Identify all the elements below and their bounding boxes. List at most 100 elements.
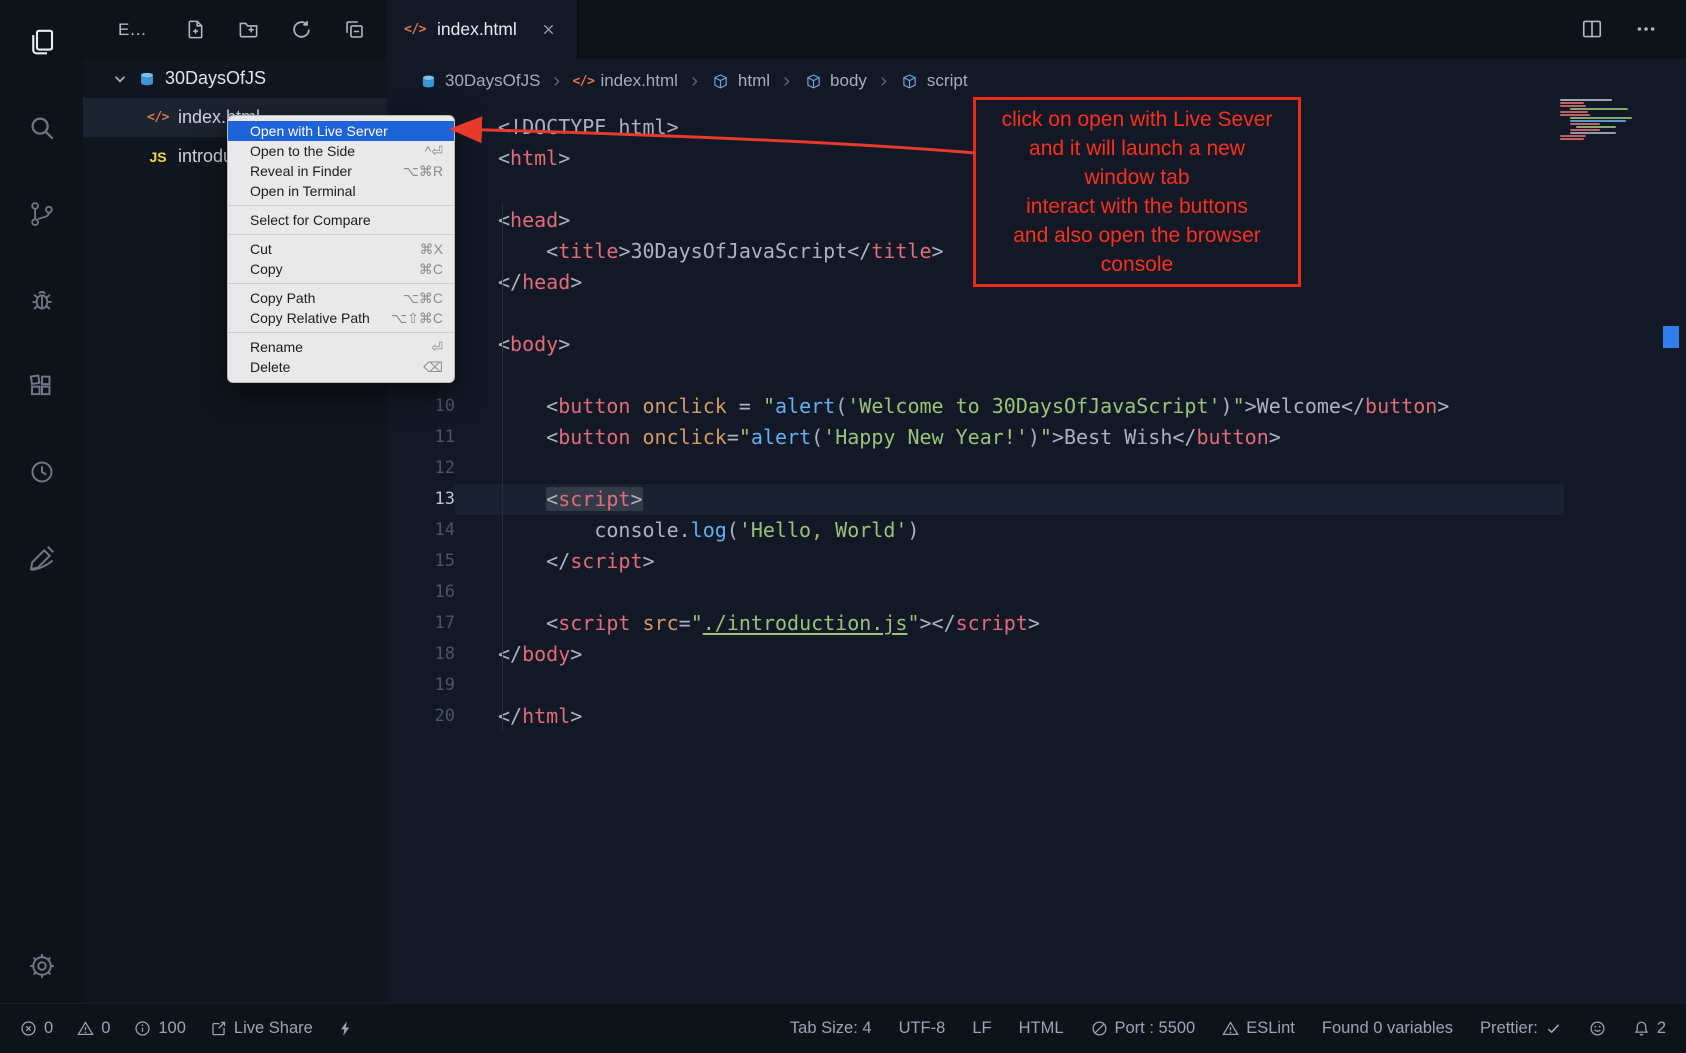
activity-extensions-icon[interactable] bbox=[25, 370, 59, 404]
breadcrumb-label: 30DaysOfJS bbox=[445, 71, 540, 91]
menu-shortcut: ⏎ bbox=[431, 339, 443, 356]
menu-item-select-for-compare[interactable]: Select for Compare bbox=[228, 210, 454, 230]
code-line-19[interactable]: 19 bbox=[387, 670, 1686, 701]
line-number: 17 bbox=[387, 608, 455, 639]
code-line-14[interactable]: 14 console.log('Hello, World') bbox=[387, 515, 1686, 546]
minimap[interactable] bbox=[1560, 97, 1658, 140]
code-line-7[interactable]: 7 bbox=[387, 298, 1686, 329]
tree-folder-30daysofjs[interactable]: 30DaysOfJS bbox=[83, 59, 387, 98]
status-text: Tab Size: 4 bbox=[790, 1019, 872, 1038]
code-text bbox=[455, 670, 1564, 701]
menu-item-copy[interactable]: Copy⌘C bbox=[228, 259, 454, 279]
breadcrumb-30daysofjs[interactable]: 30DaysOfJS bbox=[418, 71, 540, 91]
activity-explorer-icon[interactable] bbox=[25, 26, 59, 60]
code-line-10[interactable]: 10 <button onclick = "alert('Welcome to … bbox=[387, 391, 1686, 422]
status-live-share[interactable]: Live Share bbox=[210, 1019, 313, 1038]
activity-source-control-icon[interactable] bbox=[25, 198, 59, 232]
breadcrumb-label: html bbox=[738, 71, 770, 91]
menu-item-delete[interactable]: Delete⌫ bbox=[228, 357, 454, 377]
menu-item-open-with-live-server[interactable]: Open with Live Server bbox=[228, 121, 454, 141]
code-text bbox=[455, 298, 1564, 329]
explorer-header: E… bbox=[83, 0, 387, 59]
code-line-16[interactable]: 16 bbox=[387, 577, 1686, 608]
split-editor-icon[interactable] bbox=[1580, 18, 1604, 42]
status-100[interactable]: 100 bbox=[134, 1019, 186, 1038]
code-line-8[interactable]: 8<body> bbox=[387, 329, 1686, 360]
code-line-15[interactable]: 15 </script> bbox=[387, 546, 1686, 577]
code-text bbox=[455, 577, 1564, 608]
code-line-17[interactable]: 17 <script src="./introduction.js"></scr… bbox=[387, 608, 1686, 639]
breadcrumb-index-html[interactable]: </>index.html bbox=[573, 71, 677, 91]
explorer-title: E… bbox=[118, 20, 147, 40]
close-tab-icon[interactable] bbox=[538, 19, 560, 41]
activity-run-and-debug-icon[interactable] bbox=[25, 284, 59, 318]
editor-actions bbox=[1580, 0, 1686, 59]
activity-bar bbox=[0, 0, 83, 1003]
code-text: <script> bbox=[455, 484, 1564, 515]
status-smiley[interactable] bbox=[1589, 1020, 1606, 1037]
code-text bbox=[455, 453, 1564, 484]
code-line-20[interactable]: 20</html> bbox=[387, 701, 1686, 732]
status-2[interactable]: 2 bbox=[1633, 1019, 1666, 1038]
code-line-18[interactable]: 18</body> bbox=[387, 639, 1686, 670]
status-text: UTF-8 bbox=[899, 1019, 946, 1038]
breadcrumb-script[interactable]: script bbox=[900, 71, 968, 91]
activity-history-icon[interactable] bbox=[25, 456, 59, 490]
status-bar-right: Tab Size: 4 UTF-8 LF HTML Port : 5500 ESLint F… bbox=[790, 1019, 1666, 1038]
status-lightning[interactable] bbox=[337, 1020, 354, 1037]
line-number: 10 bbox=[387, 391, 455, 422]
code-line-12[interactable]: 12 bbox=[387, 453, 1686, 484]
warning-triangle-icon bbox=[77, 1020, 94, 1037]
status-lf[interactable]: LF bbox=[972, 1019, 991, 1038]
status-0[interactable]: 0 bbox=[20, 1019, 53, 1038]
activity-feedback-pen-icon[interactable] bbox=[25, 542, 59, 576]
line-number: 12 bbox=[387, 453, 455, 484]
menu-item-rename[interactable]: Rename⏎ bbox=[228, 337, 454, 357]
activity-bar-top bbox=[25, 26, 59, 576]
refresh-explorer-icon[interactable] bbox=[291, 19, 313, 41]
code-text: </script> bbox=[455, 546, 1564, 577]
menu-item-cut[interactable]: Cut⌘X bbox=[228, 239, 454, 259]
status-found-0-variables[interactable]: Found 0 variables bbox=[1322, 1019, 1453, 1038]
breadcrumb-label: script bbox=[927, 71, 968, 91]
annotation-line: and it will launch a new bbox=[978, 134, 1296, 163]
status-prettier[interactable]: Prettier: bbox=[1480, 1019, 1562, 1038]
breadcrumb-body[interactable]: body bbox=[803, 71, 867, 91]
chevron-right-icon bbox=[779, 74, 794, 89]
activity-search-icon[interactable] bbox=[25, 112, 59, 146]
new-folder-icon[interactable] bbox=[238, 19, 260, 41]
menu-item-open-in-terminal[interactable]: Open in Terminal bbox=[228, 181, 454, 201]
menu-item-reveal-in-finder[interactable]: Reveal in Finder⌥⌘R bbox=[228, 161, 454, 181]
menu-item-copy-relative-path[interactable]: Copy Relative Path⌥⇧⌘C bbox=[228, 308, 454, 328]
chevron-right-icon bbox=[687, 74, 702, 89]
menu-item-copy-path[interactable]: Copy Path⌥⌘C bbox=[228, 288, 454, 308]
more-actions-icon[interactable] bbox=[1634, 18, 1658, 42]
annotation-line: interact with the buttons bbox=[978, 192, 1296, 221]
code-line-11[interactable]: 11 <button onclick="alert('Happy New Yea… bbox=[387, 422, 1686, 453]
activity-settings-gear-icon[interactable] bbox=[25, 950, 59, 984]
status-text: 100 bbox=[158, 1019, 186, 1038]
folder-icon bbox=[136, 70, 158, 88]
tab-label: index.html bbox=[437, 19, 517, 40]
breadcrumb-html[interactable]: html bbox=[711, 71, 770, 91]
status-utf-8[interactable]: UTF-8 bbox=[899, 1019, 946, 1038]
menu-separator bbox=[228, 283, 454, 284]
menu-item-label: Delete bbox=[250, 359, 423, 375]
menu-item-open-to-the-side[interactable]: Open to the Side^⏎ bbox=[228, 141, 454, 161]
top-strip: E… </> index.html bbox=[83, 0, 1686, 59]
folder-db-icon bbox=[418, 73, 438, 90]
status-html[interactable]: HTML bbox=[1019, 1019, 1064, 1038]
status-port-5500[interactable]: Port : 5500 bbox=[1091, 1019, 1196, 1038]
status-text: ESLint bbox=[1246, 1019, 1295, 1038]
tab-index-html[interactable]: </> index.html bbox=[387, 0, 578, 59]
status-0[interactable]: 0 bbox=[77, 1019, 110, 1038]
code-line-13[interactable]: 13 <script> bbox=[387, 484, 1686, 515]
chevron-right-icon bbox=[876, 74, 891, 89]
status-eslint[interactable]: ESLint bbox=[1222, 1019, 1295, 1038]
code-line-9[interactable]: 9 bbox=[387, 360, 1686, 391]
scrollbar-marker[interactable] bbox=[1663, 326, 1679, 348]
status-tab-size-4[interactable]: Tab Size: 4 bbox=[790, 1019, 872, 1038]
menu-shortcut: ⌫ bbox=[423, 359, 443, 376]
new-file-icon[interactable] bbox=[185, 19, 207, 41]
collapse-folders-icon[interactable] bbox=[344, 19, 366, 41]
